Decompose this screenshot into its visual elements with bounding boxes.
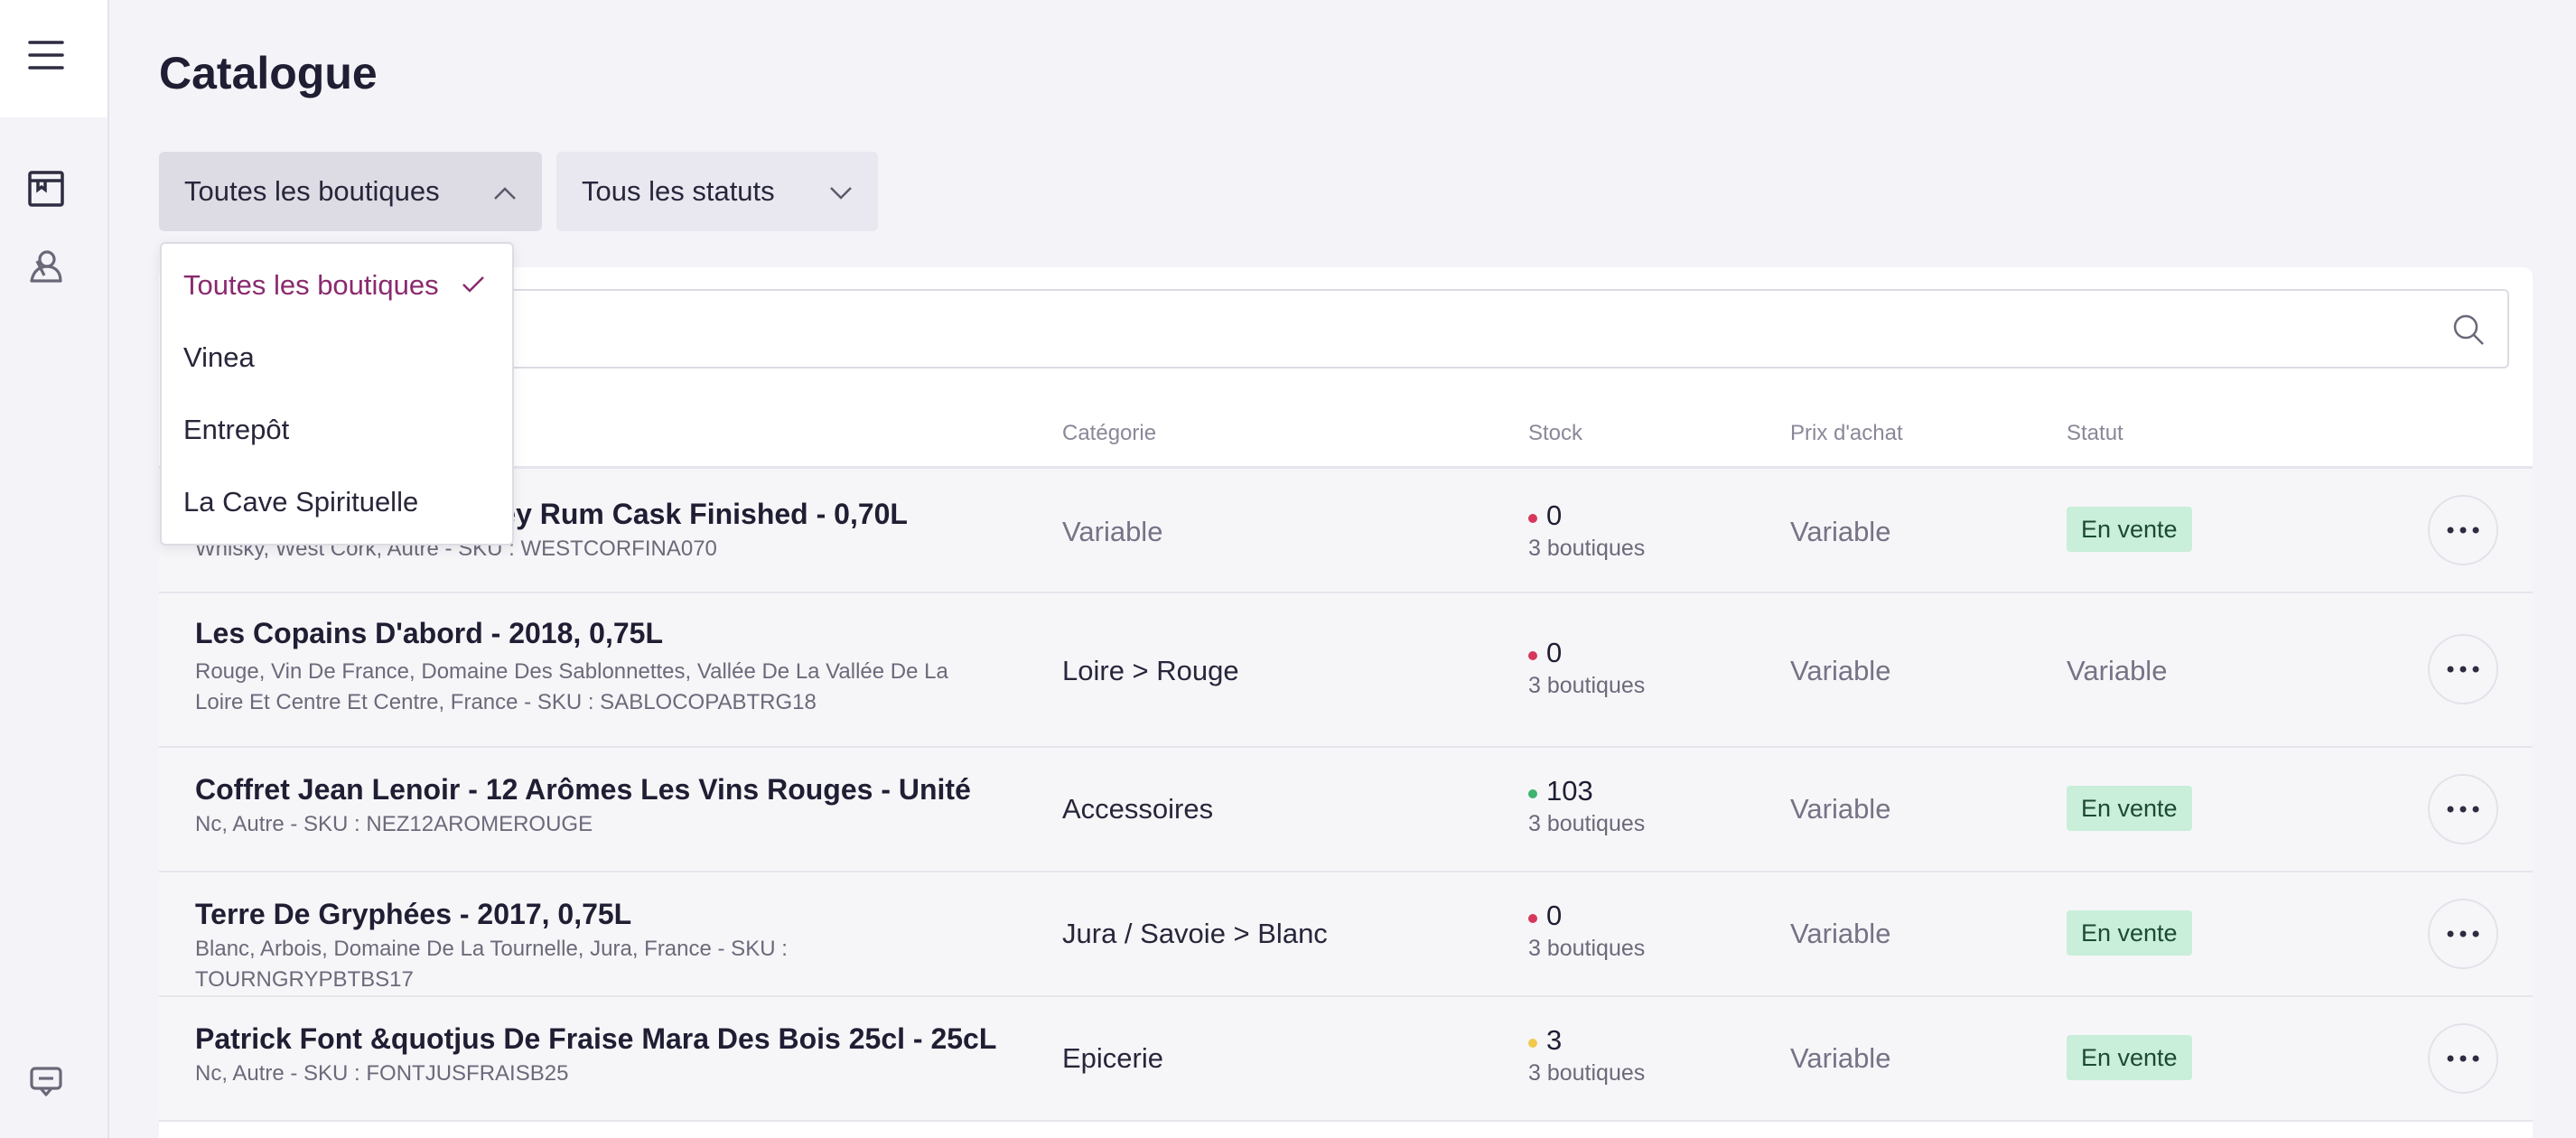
checkmark-icon bbox=[461, 269, 486, 301]
dropdown-option-entrepot[interactable]: Entrepôt bbox=[183, 414, 289, 446]
more-icon bbox=[2447, 666, 2479, 673]
column-category[interactable]: Catégorie bbox=[1062, 421, 1156, 446]
product-stock: 0 3 boutiques bbox=[1528, 499, 1645, 562]
dropdown-option-la-cave-spirituelle[interactable]: La Cave Spirituelle bbox=[183, 486, 418, 518]
product-description: Nc, Autre - SKU : FONTJUSFRAISB25 bbox=[195, 1061, 569, 1086]
product-price: Variable bbox=[1790, 1042, 1891, 1074]
status-badge: En vente bbox=[2067, 507, 2192, 552]
row-actions-button[interactable] bbox=[2428, 634, 2498, 704]
product-price: Variable bbox=[1790, 918, 1891, 949]
product-description: Rouge, Vin De France, Domaine Des Sablon… bbox=[195, 659, 948, 714]
stock-indicator bbox=[1528, 650, 1537, 660]
table-row[interactable]: West Cork Irish Whiskey Rum Cask Finishe… bbox=[159, 469, 2533, 593]
product-price: Variable bbox=[1790, 516, 1891, 547]
stock-quantity: 0 bbox=[1546, 637, 1563, 668]
row-actions-button[interactable] bbox=[2428, 899, 2498, 969]
stock-shops: 3 boutiques bbox=[1528, 673, 1646, 698]
stock-indicator bbox=[1528, 788, 1537, 798]
product-name: Terre De Gryphées - 2017, 0,75L bbox=[195, 898, 632, 930]
table-row[interactable]: Patrick Font &quotjus De Fraise Mara Des… bbox=[159, 997, 2533, 1122]
shop-filter[interactable]: Toutes les boutiques bbox=[159, 152, 542, 231]
row-actions-button[interactable] bbox=[2428, 774, 2498, 844]
sidebar bbox=[0, 0, 109, 1138]
product-category: Epicerie bbox=[1062, 1042, 1163, 1074]
stock-shops: 3 boutiques bbox=[1528, 536, 1646, 561]
column-status[interactable]: Statut bbox=[2067, 421, 2123, 446]
chat-icon[interactable] bbox=[25, 1060, 67, 1102]
status-badge: En vente bbox=[2067, 786, 2192, 831]
shop-filter-label: Toutes les boutiques bbox=[184, 175, 440, 207]
product-description: Blanc, Arbois, Domaine De La Tournelle, … bbox=[195, 937, 788, 992]
shop-dropdown-menu: Toutes les boutiques Vinea Entrepôt La C… bbox=[160, 242, 514, 546]
table-row[interactable]: Les Copains D'abord - 2018, 0,75L Rouge,… bbox=[159, 593, 2533, 748]
search-input[interactable] bbox=[182, 289, 2509, 368]
chevron-up-icon bbox=[493, 175, 517, 208]
table-row[interactable]: Coffret Jean Lenoir - 12 Arômes Les Vins… bbox=[159, 748, 2533, 872]
table-row[interactable]: Terre De Gryphées - 2017, 0,75L Blanc, A… bbox=[159, 872, 2533, 997]
product-price: Variable bbox=[1790, 655, 1891, 686]
product-name: Patrick Font &quotjus De Fraise Mara Des… bbox=[195, 1022, 997, 1055]
stock-shops: 3 boutiques bbox=[1528, 936, 1646, 961]
catalogue-panel: Catégorie Stock Prix d'achat Statut West… bbox=[159, 267, 2533, 1138]
row-actions-button[interactable] bbox=[2428, 495, 2498, 565]
table-header: Catégorie Stock Prix d'achat Statut bbox=[159, 396, 2533, 469]
option-label: Toutes les boutiques bbox=[183, 269, 439, 301]
page-title: Catalogue bbox=[159, 48, 378, 98]
more-icon bbox=[2447, 1055, 2479, 1062]
stock-indicator bbox=[1528, 513, 1537, 523]
stock-indicator bbox=[1528, 1038, 1537, 1048]
stock-quantity: 0 bbox=[1546, 900, 1563, 931]
stock-quantity: 0 bbox=[1546, 499, 1563, 531]
more-icon bbox=[2447, 806, 2479, 813]
status-filter[interactable]: Tous les statuts bbox=[556, 152, 878, 231]
product-stock: 0 3 boutiques bbox=[1528, 900, 1645, 962]
stock-quantity: 103 bbox=[1546, 775, 1593, 807]
more-icon bbox=[2447, 527, 2479, 534]
sidebar-header bbox=[0, 0, 107, 117]
row-actions-button[interactable] bbox=[2428, 1023, 2498, 1094]
product-name: Coffret Jean Lenoir - 12 Arômes Les Vins… bbox=[195, 773, 971, 806]
customers-icon[interactable] bbox=[25, 246, 67, 287]
product-stock: 0 3 boutiques bbox=[1528, 637, 1645, 699]
column-purchase-price[interactable]: Prix d'achat bbox=[1790, 421, 1903, 446]
product-category: Loire > Rouge bbox=[1062, 655, 1239, 686]
more-icon bbox=[2447, 930, 2479, 937]
stock-shops: 3 boutiques bbox=[1528, 811, 1646, 836]
status-badge: En vente bbox=[2067, 910, 2192, 956]
menu-icon[interactable] bbox=[25, 34, 67, 76]
product-price: Variable bbox=[1790, 793, 1891, 825]
dropdown-option-all-shops[interactable]: Toutes les boutiques bbox=[183, 269, 486, 302]
search-icon[interactable] bbox=[2451, 312, 2486, 351]
dropdown-option-vinea[interactable]: Vinea bbox=[183, 341, 255, 374]
product-category: Accessoires bbox=[1062, 793, 1214, 825]
product-stock: 103 3 boutiques bbox=[1528, 775, 1645, 837]
stock-shops: 3 boutiques bbox=[1528, 1060, 1646, 1086]
status-filter-label: Tous les statuts bbox=[582, 175, 775, 207]
product-description: Nc, Autre - SKU : NEZ12AROMEROUGE bbox=[195, 812, 593, 836]
status-text: Variable bbox=[2067, 655, 2168, 686]
catalogue-icon[interactable] bbox=[25, 168, 67, 210]
stock-indicator bbox=[1528, 913, 1537, 923]
stock-quantity: 3 bbox=[1546, 1024, 1563, 1056]
column-stock[interactable]: Stock bbox=[1528, 421, 1582, 446]
product-category: Variable bbox=[1062, 516, 1163, 547]
product-category: Jura / Savoie > Blanc bbox=[1062, 918, 1328, 949]
product-stock: 3 3 boutiques bbox=[1528, 1024, 1645, 1087]
status-badge: En vente bbox=[2067, 1035, 2192, 1080]
product-name: Les Copains D'abord - 2018, 0,75L bbox=[195, 617, 663, 649]
main-content: Catalogue Toutes les boutiques Tous les … bbox=[108, 0, 2576, 1138]
chevron-down-icon bbox=[829, 175, 853, 208]
